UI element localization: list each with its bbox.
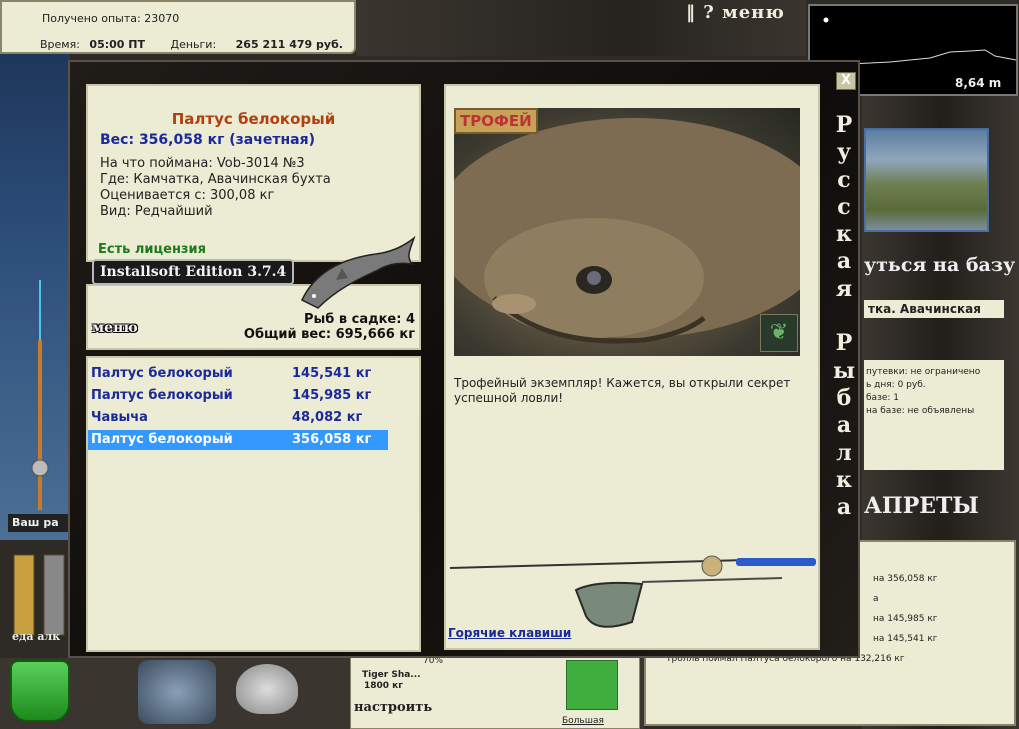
lure-icon[interactable] <box>566 660 618 710</box>
lure-size[interactable]: Большая <box>562 716 604 726</box>
catch-name: Палтус белокорый <box>91 366 233 381</box>
detail-line: путевки: не ограничено <box>866 367 981 377</box>
fish-name: Палтус белокорый <box>171 110 336 128</box>
trophy-message: Трофейный экземпляр! Кажется, вы открыли… <box>454 376 791 405</box>
news-line: на 356,058 кг <box>873 574 938 584</box>
game-title-vertical: Р у с с к а я Р ы б а л к а <box>826 112 862 652</box>
species-rarity: Вид: Редчайший <box>100 204 213 219</box>
catch-location: Где: Камчатка, Авачинская бухта <box>100 172 331 187</box>
title-letter: Р <box>835 330 853 357</box>
title-letter: а <box>836 248 852 275</box>
title-letter: с <box>837 193 851 220</box>
title-letter: а <box>836 494 852 521</box>
detail-line: ь дня: 0 руб. <box>866 380 926 390</box>
title-letter: а <box>836 412 852 439</box>
trophy-badge: ТРОФЕЙ <box>454 108 538 134</box>
list-item[interactable]: Палтус белокорый 145,541 кг <box>88 364 388 384</box>
keepnet-icon[interactable] <box>236 664 298 714</box>
news-line: на 145,985 кг <box>873 614 938 624</box>
butterfly-icon: ❦ <box>760 314 798 352</box>
list-item[interactable]: Чавыча 48,082 кг <box>88 408 388 428</box>
return-to-base-button[interactable]: уться на базу <box>864 254 1015 276</box>
title-letter: б <box>836 384 852 411</box>
title-letter: с <box>837 166 851 193</box>
menu-button[interactable]: меню <box>92 320 138 336</box>
trophy-card: ТРОФЕЙ ❦ Трофейный экземпляр! Кажется, в… <box>444 84 820 650</box>
caught-with: На что поймана: Vob-3014 №3 <box>100 156 305 171</box>
backpack-icon[interactable] <box>138 660 216 724</box>
tune-button[interactable]: настроить <box>352 700 435 715</box>
catch-name: Палтус белокорый <box>91 432 233 447</box>
alcohol-label: алк <box>37 630 61 643</box>
catch-name: Чавыча <box>91 410 148 425</box>
catch-weight: 145,985 кг <box>292 388 372 403</box>
detail-line: базе: 1 <box>866 393 900 403</box>
location-details: путевки: не ограничено ь дня: 0 руб. баз… <box>864 360 1004 470</box>
title-letter: у <box>836 139 852 166</box>
fishing-rod-left <box>31 280 49 510</box>
catch-name: Палтус белокорый <box>91 388 233 403</box>
depth-value: 8,64 m <box>955 76 1002 90</box>
news-line: а <box>873 594 879 604</box>
top-menu-button[interactable]: ‖ ? меню <box>686 2 785 23</box>
location-name: тка. Авачинская <box>864 300 1004 318</box>
title-letter: к <box>836 466 852 493</box>
food-labels: еда алк <box>12 630 60 643</box>
fish-count: Рыб в садке: 4 <box>303 312 415 327</box>
close-button[interactable]: X <box>836 72 856 90</box>
food-label: еда <box>12 630 34 643</box>
list-item[interactable]: Палтус белокорый 145,985 кг <box>88 386 388 406</box>
our-label: Ваш ра <box>8 514 70 532</box>
license-status: Есть лицензия <box>98 242 206 257</box>
title-letter: л <box>836 439 852 466</box>
bans-title[interactable]: АПРЕТЫ <box>864 493 979 519</box>
title-letter: я <box>835 275 853 302</box>
halibut-illustration <box>454 118 800 344</box>
location-photo <box>864 128 989 232</box>
title-letter <box>826 303 862 330</box>
valued-from: Оценивается с: 300,08 кг <box>100 188 275 203</box>
bucket-icon[interactable] <box>10 660 70 722</box>
news-line: на 145,541 кг <box>873 634 938 644</box>
money-label: Деньги: <box>170 38 217 51</box>
sturgeon-icon <box>301 235 416 309</box>
detail-line: на базе: не объявлены <box>866 406 975 416</box>
time-value: 05:00 ПТ <box>89 38 145 51</box>
edition-badge: Installsoft Edition 3.7.4 <box>92 259 295 285</box>
experience-value: 23070 <box>144 12 180 25</box>
total-weight: Общий вес: 695,666 кг <box>243 327 415 342</box>
catch-weight: 356,058 кг <box>292 432 372 447</box>
catch-list: Палтус белокорый 145,541 кг Палтус белок… <box>86 356 421 652</box>
player-stats-panel: Получено опыта: 23070 Время: 05:00 ПТ Де… <box>0 0 356 54</box>
list-item-selected[interactable]: Палтус белокорый 356,058 кг <box>88 430 388 450</box>
lure-weight: 1800 кг <box>364 681 403 691</box>
experience-label: Получено опыта: <box>42 12 141 25</box>
title-letter: ы <box>832 357 856 384</box>
fish-weight: Вес: 356,058 кг (зачетная) <box>100 132 315 148</box>
title-letter: Р <box>835 112 853 138</box>
title-letter: к <box>836 221 852 248</box>
time-label: Время: <box>40 38 80 51</box>
catch-weight: 48,082 кг <box>292 410 363 425</box>
lure-name: Tiger Sha... <box>362 670 421 680</box>
hotkeys-link[interactable]: Горячие клавиши <box>448 626 571 640</box>
catch-weight: 145,541 кг <box>292 366 372 381</box>
money-value: 265 211 479 руб. <box>235 38 343 51</box>
trophy-fish-photo: ТРОФЕЙ ❦ <box>454 108 800 356</box>
